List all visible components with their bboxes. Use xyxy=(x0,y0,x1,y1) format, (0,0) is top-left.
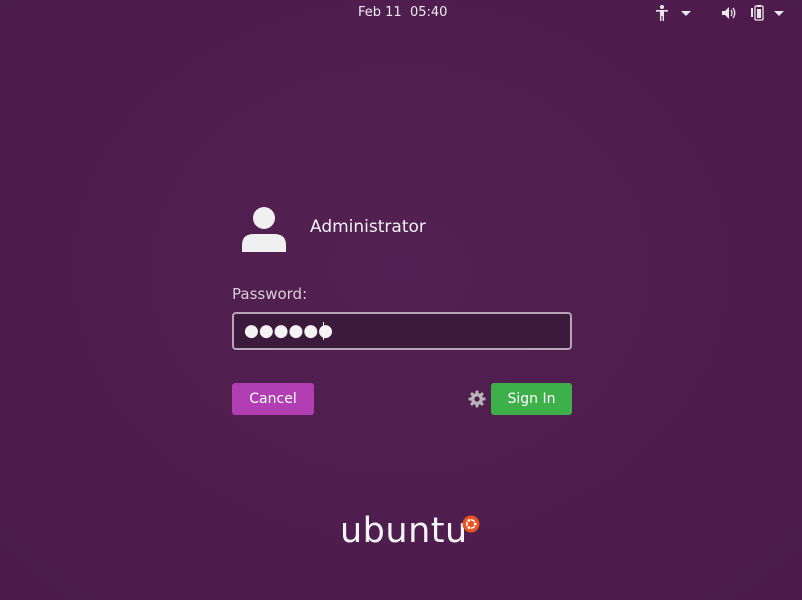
chevron-down-icon[interactable] xyxy=(678,4,694,22)
password-field[interactable]: ●●●●●● xyxy=(232,312,572,350)
circle-of-friends-icon xyxy=(462,515,480,533)
logo-wordmark: ubuntu xyxy=(340,511,468,551)
volume-icon[interactable] xyxy=(721,4,737,22)
text-caret xyxy=(323,322,324,340)
user-avatar-icon xyxy=(242,207,286,252)
password-mask: ●●●●●● xyxy=(244,321,334,341)
gear-icon[interactable] xyxy=(468,390,486,408)
battery-icon[interactable] xyxy=(750,4,766,22)
sign-in-button[interactable]: Sign In xyxy=(491,383,572,415)
password-label: Password: xyxy=(232,285,308,303)
clock[interactable]: Feb 11 05:40 xyxy=(358,5,447,20)
top-bar: Feb 11 05:40 xyxy=(0,0,802,26)
cancel-button[interactable]: Cancel xyxy=(232,383,314,415)
username: Administrator xyxy=(310,217,426,237)
chevron-down-icon[interactable] xyxy=(771,4,787,22)
accessibility-icon[interactable] xyxy=(654,4,670,22)
